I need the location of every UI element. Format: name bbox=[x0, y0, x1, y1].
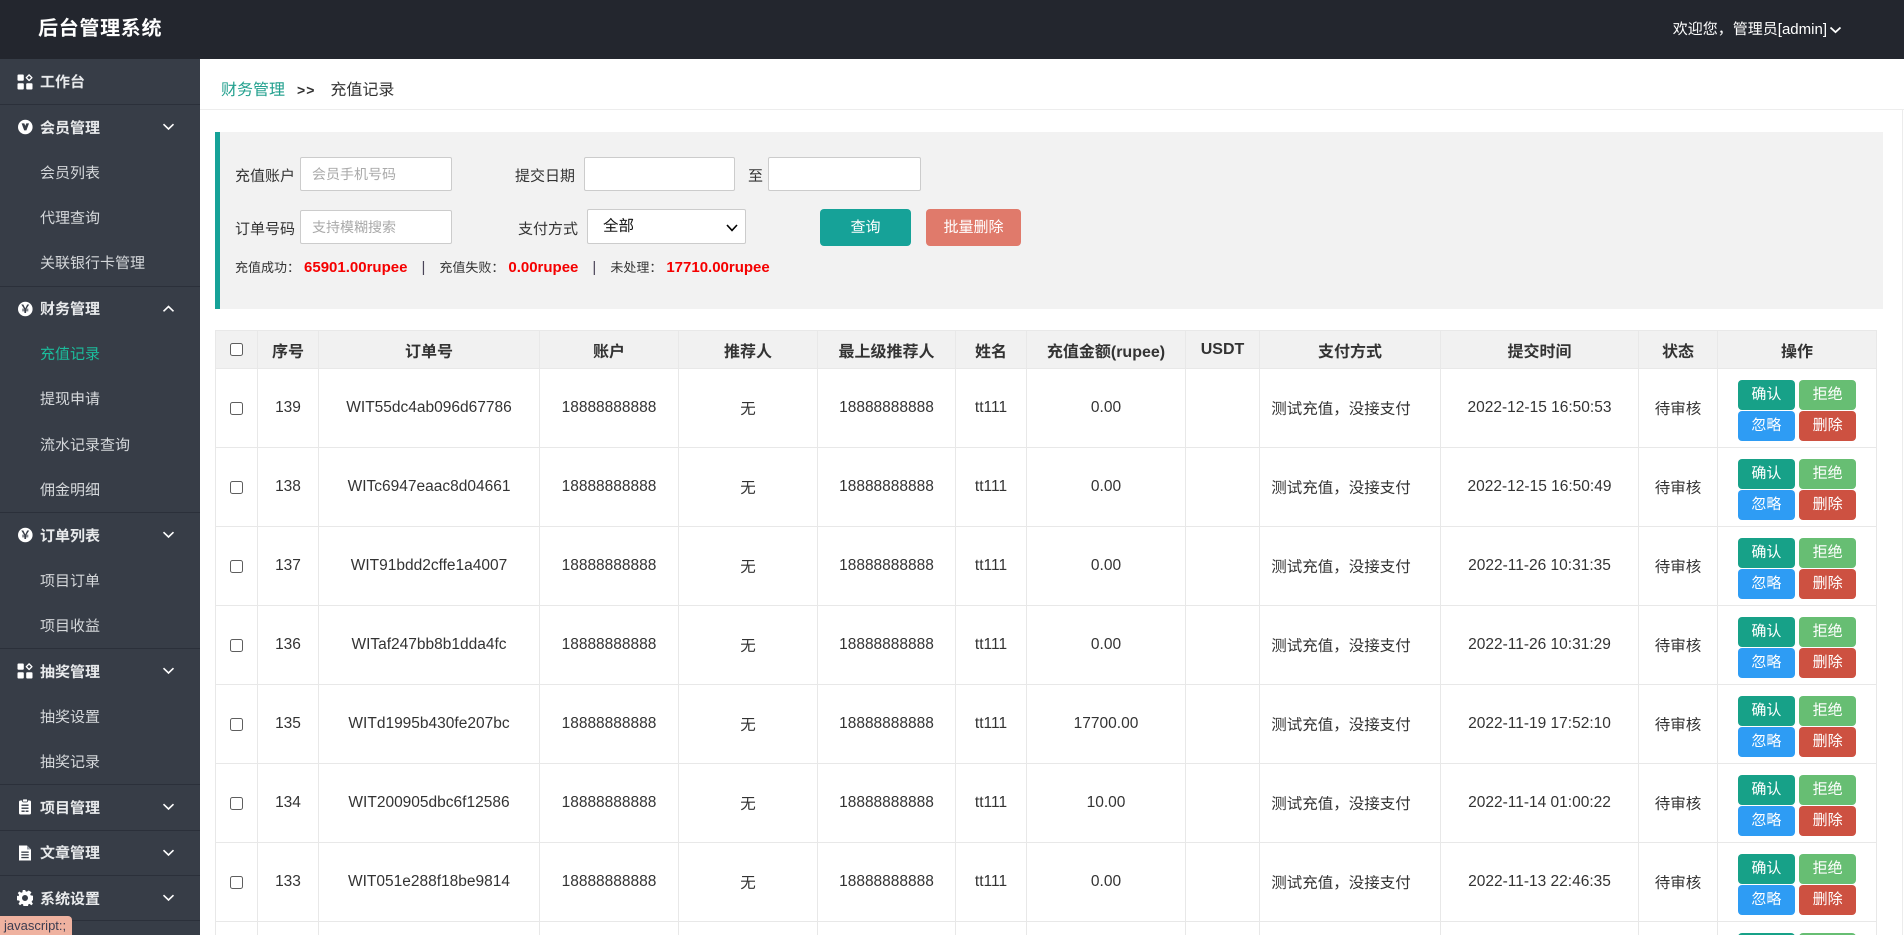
svg-text:￥: ￥ bbox=[20, 527, 32, 543]
svg-text:￥: ￥ bbox=[20, 301, 32, 317]
